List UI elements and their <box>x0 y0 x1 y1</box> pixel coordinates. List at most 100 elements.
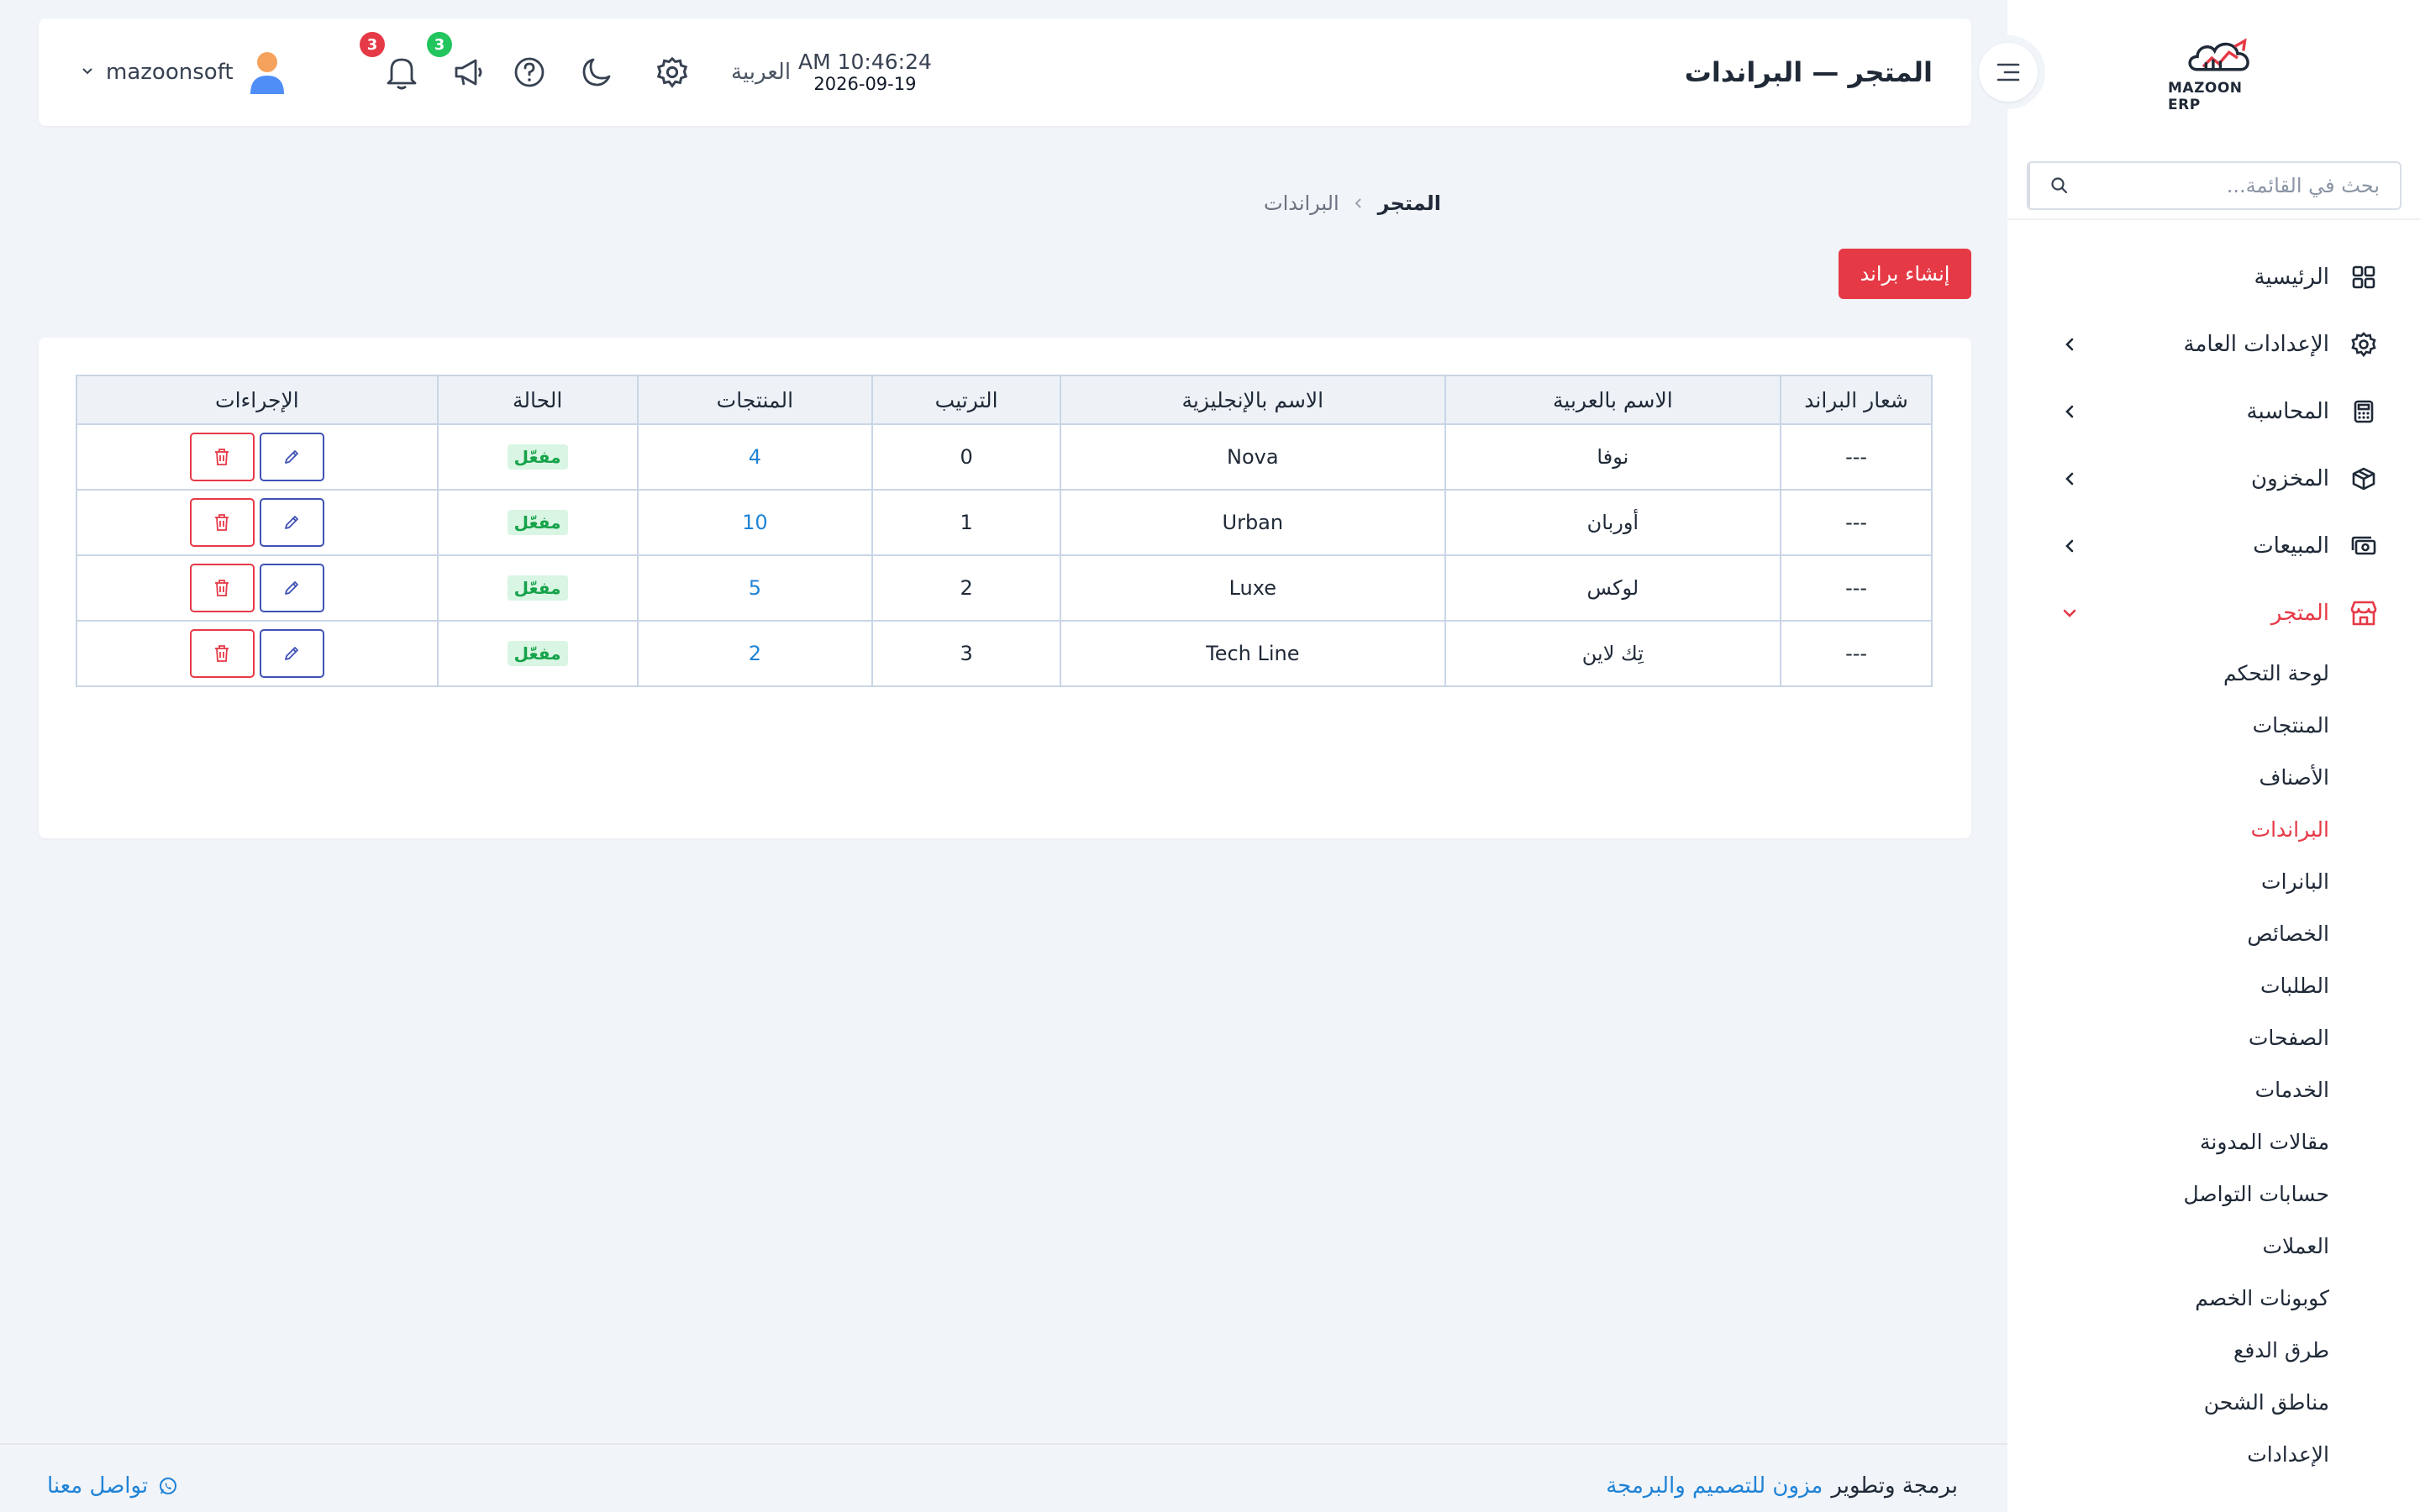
menu-toggle-icon <box>1996 63 2020 81</box>
submenu-banners[interactable]: البانرات <box>2007 855 2420 907</box>
logo-text: MAZOON ERP <box>2168 80 2243 113</box>
contact-label: تواصل معنا <box>47 1473 149 1499</box>
settings-button[interactable] <box>652 18 692 126</box>
submenu-pages[interactable]: الصفحات <box>2007 1011 2420 1063</box>
sidebar-item-label: المتجر <box>2270 601 2329 626</box>
sidebar-item-general-settings[interactable]: الإعدادات العامة <box>2007 311 2420 378</box>
trash-icon <box>215 645 229 662</box>
cell-name-ar: أوربان <box>1444 489 1782 556</box>
search-button[interactable] <box>2028 163 2089 208</box>
col-order: الترتيب <box>871 375 1062 425</box>
chevron-left-icon <box>1353 193 1365 214</box>
cell-actions <box>76 423 439 491</box>
table-row: --- تِك لاين Tech Line 3 2 مفعّل <box>76 620 1933 687</box>
sidebar-divider <box>2007 218 2420 220</box>
delete-button[interactable] <box>189 564 255 612</box>
submenu-services[interactable]: الخدمات <box>2007 1063 2420 1116</box>
edit-button[interactable] <box>259 629 324 678</box>
cell-name-ar: تِك لاين <box>1444 620 1782 687</box>
sidebar-search-input[interactable] <box>2089 163 2400 208</box>
submenu-payment-methods[interactable]: طرق الدفع <box>2007 1324 2420 1376</box>
sidebar-item-sales[interactable]: المبيعات <box>2007 512 2420 580</box>
chevron-left-icon <box>2060 536 2080 556</box>
create-brand-button[interactable]: إنشاء براند <box>1839 249 1971 299</box>
sidebar: MAZOON ERP الرئيسية الإعدادات العامة <box>2007 0 2420 1512</box>
breadcrumb-root[interactable]: المتجر <box>1378 192 1441 215</box>
submenu-blog-posts[interactable]: مقالات المدونة <box>2007 1116 2420 1168</box>
avatar-icon <box>250 52 284 94</box>
sidebar-toggle-button[interactable] <box>1971 35 2045 109</box>
chevron-left-icon <box>2060 402 2080 422</box>
submenu-coupons[interactable]: كوبونات الخصم <box>2007 1272 2420 1324</box>
edit-button[interactable] <box>259 564 324 612</box>
col-name-en: الاسم بالإنجليزية <box>1060 375 1446 425</box>
sidebar-item-accounting[interactable]: المحاسبة <box>2007 378 2420 445</box>
table-header-row: شعار البراند الاسم بالعربية الاسم بالإنج… <box>76 375 1933 425</box>
status-badge: مفعّل <box>507 575 568 601</box>
brands-table: شعار البراند الاسم بالعربية الاسم بالإنج… <box>76 375 1933 687</box>
trash-icon <box>215 449 229 465</box>
cell-name-ar: نوفا <box>1444 423 1782 491</box>
cell-actions <box>76 489 439 556</box>
table-row: --- أوربان Urban 1 10 مفعّل <box>76 489 1933 556</box>
cell-order: 0 <box>871 423 1062 491</box>
trash-icon <box>215 580 229 596</box>
dark-mode-toggle[interactable] <box>576 18 617 126</box>
chevron-down-icon <box>2060 603 2080 623</box>
edit-button[interactable] <box>259 433 324 481</box>
cell-logo: --- <box>1780 489 1933 556</box>
announcements-badge: 3 <box>427 32 452 57</box>
cell-logo: --- <box>1780 554 1933 622</box>
cell-products-link[interactable]: 5 <box>636 554 874 622</box>
cell-products-link[interactable]: 10 <box>636 489 874 556</box>
avatar[interactable] <box>247 18 287 126</box>
store-icon <box>2349 599 2378 627</box>
breadcrumb-current: البراندات <box>1263 192 1339 215</box>
cell-products-link[interactable]: 4 <box>636 423 874 491</box>
pencil-icon <box>285 450 299 464</box>
submenu-settings[interactable]: الإعدادات <box>2007 1428 2420 1480</box>
cell-actions <box>76 554 439 622</box>
cell-actions <box>76 620 439 687</box>
delete-button[interactable] <box>189 433 255 481</box>
sidebar-item-label: المخزون <box>2251 466 2329 491</box>
cell-logo: --- <box>1780 620 1933 687</box>
col-status: الحالة <box>436 375 639 425</box>
submenu-orders[interactable]: الطلبات <box>2007 959 2420 1011</box>
submenu-products[interactable]: المنتجات <box>2007 699 2420 751</box>
language-switcher[interactable]: العربية <box>731 18 791 126</box>
logo[interactable]: MAZOON ERP <box>2168 34 2277 113</box>
whatsapp-icon <box>160 1478 177 1494</box>
col-actions: الإجراءات <box>76 375 439 425</box>
status-badge: مفعّل <box>507 510 568 535</box>
trash-icon <box>215 514 229 531</box>
submenu-shipping-zones[interactable]: مناطق الشحن <box>2007 1376 2420 1428</box>
cell-products-link[interactable]: 2 <box>636 620 874 687</box>
sidebar-item-store[interactable]: المتجر <box>2007 580 2420 647</box>
contact-link[interactable]: تواصل معنا <box>47 1473 178 1499</box>
submenu-dashboard[interactable]: لوحة التحكم <box>2007 647 2420 699</box>
submenu-attributes[interactable]: الخصائص <box>2007 907 2420 959</box>
notifications-button[interactable] <box>381 18 422 126</box>
cell-name-en: Luxe <box>1060 554 1446 622</box>
submenu-brands[interactable]: البراندات <box>2007 803 2420 855</box>
status-badge: مفعّل <box>507 641 568 666</box>
sidebar-search <box>2027 161 2402 210</box>
cash-icon <box>2349 532 2378 560</box>
submenu-currencies[interactable]: العملات <box>2007 1220 2420 1272</box>
delete-button[interactable] <box>189 498 255 547</box>
submenu-social-accounts[interactable]: حسابات التواصل <box>2007 1168 2420 1220</box>
sidebar-item-inventory[interactable]: المخزون <box>2007 445 2420 512</box>
table-row: --- لوكس Luxe 2 5 مفعّل <box>76 554 1933 622</box>
help-button[interactable] <box>509 18 550 126</box>
store-submenu: لوحة التحكم المنتجات الأصناف البراندات ا… <box>2007 647 2420 1480</box>
footer-credit-link[interactable]: مزون للتصميم والبرمجة <box>1606 1473 1823 1499</box>
sidebar-item-home[interactable]: الرئيسية <box>2007 244 2420 311</box>
help-icon <box>514 57 544 87</box>
box-icon <box>2349 465 2378 493</box>
user-menu[interactable]: mazoonsoft <box>81 18 234 126</box>
submenu-categories[interactable]: الأصناف <box>2007 751 2420 803</box>
edit-button[interactable] <box>259 498 324 547</box>
delete-button[interactable] <box>189 629 255 678</box>
announcements-button[interactable] <box>449 18 489 126</box>
